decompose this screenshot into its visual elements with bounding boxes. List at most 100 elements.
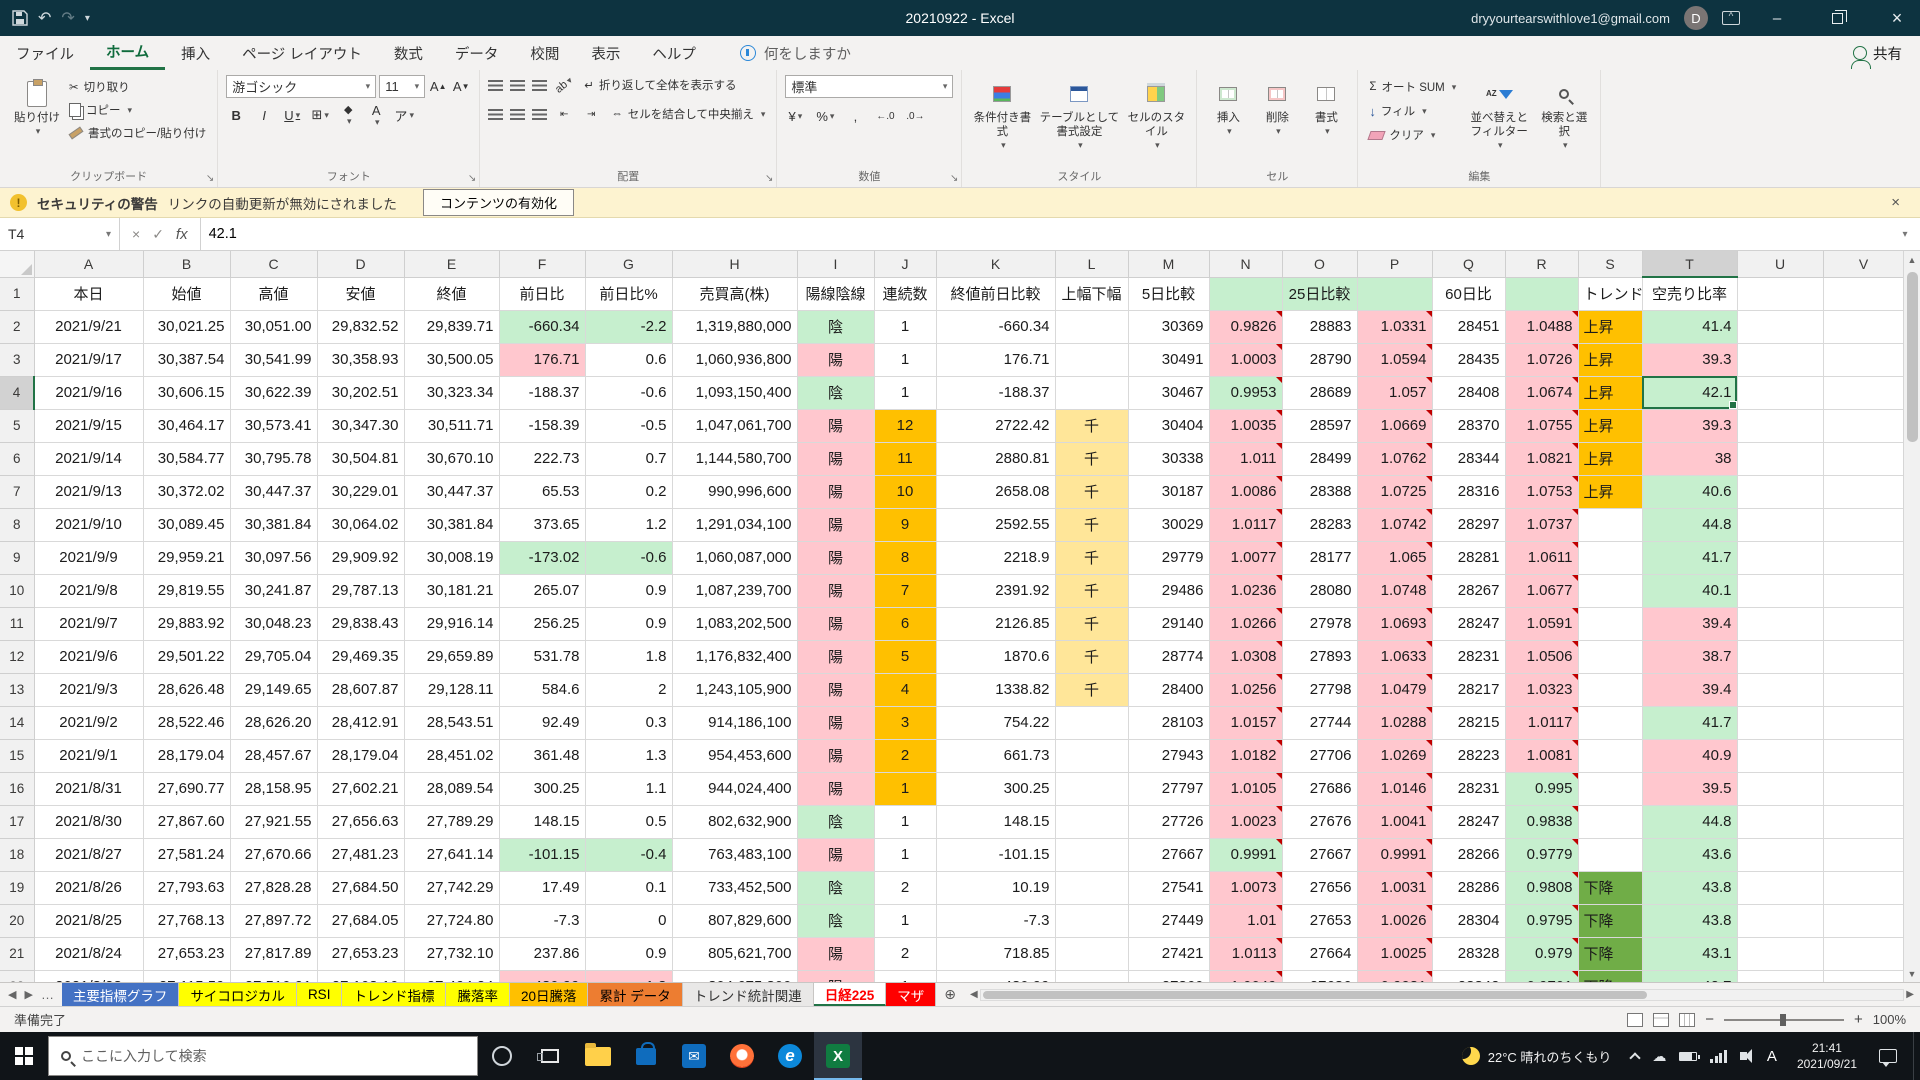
cell-P2[interactable]: 1.0331: [1357, 310, 1432, 343]
customize-qat-icon[interactable]: ▾: [85, 13, 90, 24]
cell-K10[interactable]: 2391.92: [936, 574, 1055, 607]
cell-A21[interactable]: 2021/8/24: [34, 937, 143, 970]
cell-N3[interactable]: 1.0003: [1209, 343, 1282, 376]
cell-I7[interactable]: 陽: [797, 475, 874, 508]
cell-N7[interactable]: 1.0086: [1209, 475, 1282, 508]
cell-M22[interactable]: 27360: [1128, 970, 1209, 982]
column-header-O[interactable]: O: [1282, 251, 1357, 277]
cell-N8[interactable]: 1.0117: [1209, 508, 1282, 541]
cell-U14[interactable]: [1737, 706, 1823, 739]
cell-H9[interactable]: 1,060,087,000: [672, 541, 797, 574]
cell-T7[interactable]: 40.6: [1642, 475, 1737, 508]
cell-U18[interactable]: [1737, 838, 1823, 871]
cell-F14[interactable]: 92.49: [499, 706, 585, 739]
cell-P16[interactable]: 1.0146: [1357, 772, 1432, 805]
cell-Q5[interactable]: 28370: [1432, 409, 1505, 442]
normal-view-icon[interactable]: [1627, 1013, 1643, 1027]
cell-J10[interactable]: 7: [874, 574, 936, 607]
vertical-scrollbar[interactable]: ▲ ▼: [1903, 251, 1920, 982]
cell-L17[interactable]: [1055, 805, 1128, 838]
cell-A2[interactable]: 2021/9/21: [34, 310, 143, 343]
cell-K15[interactable]: 661.73: [936, 739, 1055, 772]
edge-button[interactable]: e: [766, 1032, 814, 1080]
cell-M8[interactable]: 30029: [1128, 508, 1209, 541]
cell-R6[interactable]: 1.0821: [1505, 442, 1578, 475]
cell-C22[interactable]: 27,510.91: [230, 970, 317, 982]
cell-B7[interactable]: 30,372.02: [143, 475, 230, 508]
cell-N12[interactable]: 1.0308: [1209, 640, 1282, 673]
column-header-H[interactable]: H: [672, 251, 797, 277]
cell-D5[interactable]: 30,347.30: [317, 409, 404, 442]
format-as-table-button[interactable]: テーブルとして書式設定: [1037, 75, 1121, 153]
increase-decimal-button[interactable]: ←.0: [875, 106, 895, 126]
cell-F11[interactable]: 256.25: [499, 607, 585, 640]
cell-H11[interactable]: 1,083,202,500: [672, 607, 797, 640]
cell-M11[interactable]: 29140: [1128, 607, 1209, 640]
percent-format-button[interactable]: %: [815, 106, 835, 126]
row-header-11[interactable]: 11: [0, 607, 34, 640]
cell-C19[interactable]: 27,828.28: [230, 871, 317, 904]
sheet-tab-日経225[interactable]: 日経225: [814, 983, 887, 1006]
cell-K8[interactable]: 2592.55: [936, 508, 1055, 541]
cell-S1[interactable]: トレンド: [1578, 277, 1642, 310]
cell-I13[interactable]: 陽: [797, 673, 874, 706]
cell-Q2[interactable]: 28451: [1432, 310, 1505, 343]
increase-indent-icon[interactable]: ⇥: [581, 104, 601, 124]
cell-S2[interactable]: 上昇: [1578, 310, 1642, 343]
cell-V6[interactable]: [1823, 442, 1904, 475]
cell-V5[interactable]: [1823, 409, 1904, 442]
cell-O18[interactable]: 27667: [1282, 838, 1357, 871]
cell-Q16[interactable]: 28231: [1432, 772, 1505, 805]
ribbon-tab-ファイル[interactable]: ファイル: [0, 36, 90, 70]
cell-O1[interactable]: 25日比較: [1282, 277, 1357, 310]
cell-P7[interactable]: 1.0725: [1357, 475, 1432, 508]
cell-I14[interactable]: 陽: [797, 706, 874, 739]
cell-T5[interactable]: 39.3: [1642, 409, 1737, 442]
cell-D10[interactable]: 29,787.13: [317, 574, 404, 607]
cell-I18[interactable]: 陽: [797, 838, 874, 871]
scroll-right-icon[interactable]: ▶: [1906, 989, 1914, 1000]
cell-E6[interactable]: 30,670.10: [404, 442, 499, 475]
cell-G8[interactable]: 1.2: [585, 508, 672, 541]
cell-E4[interactable]: 30,323.34: [404, 376, 499, 409]
cell-G2[interactable]: -2.2: [585, 310, 672, 343]
cell-M14[interactable]: 28103: [1128, 706, 1209, 739]
cell-G13[interactable]: 2: [585, 673, 672, 706]
cell-C9[interactable]: 30,097.56: [230, 541, 317, 574]
excel-taskbar-button[interactable]: X: [814, 1032, 862, 1080]
cell-V4[interactable]: [1823, 376, 1904, 409]
cell-G17[interactable]: 0.5: [585, 805, 672, 838]
cell-I15[interactable]: 陽: [797, 739, 874, 772]
column-header-M[interactable]: M: [1128, 251, 1209, 277]
cell-L20[interactable]: [1055, 904, 1128, 937]
cell-N15[interactable]: 1.0182: [1209, 739, 1282, 772]
format-cells-button[interactable]: 書式: [1303, 75, 1349, 140]
cell-O13[interactable]: 27798: [1282, 673, 1357, 706]
cell-E9[interactable]: 30,008.19: [404, 541, 499, 574]
cell-C12[interactable]: 29,705.04: [230, 640, 317, 673]
cell-I22[interactable]: 陽: [797, 970, 874, 982]
cell-B11[interactable]: 29,883.92: [143, 607, 230, 640]
phonetic-button[interactable]: ア: [394, 105, 414, 125]
scroll-left-icon[interactable]: ◀: [970, 989, 978, 1000]
cell-C14[interactable]: 28,626.20: [230, 706, 317, 739]
cell-O17[interactable]: 27676: [1282, 805, 1357, 838]
action-center-icon[interactable]: [1879, 1049, 1897, 1063]
cell-E2[interactable]: 29,839.71: [404, 310, 499, 343]
cell-A1[interactable]: 本日: [34, 277, 143, 310]
onedrive-cloud-icon[interactable]: ☁: [1652, 1048, 1666, 1065]
cell-I10[interactable]: 陽: [797, 574, 874, 607]
cell-P10[interactable]: 1.0748: [1357, 574, 1432, 607]
cell-K21[interactable]: 718.85: [936, 937, 1055, 970]
cell-F15[interactable]: 361.48: [499, 739, 585, 772]
cell-G6[interactable]: 0.7: [585, 442, 672, 475]
row-header-18[interactable]: 18: [0, 838, 34, 871]
cell-G9[interactable]: -0.6: [585, 541, 672, 574]
cell-F21[interactable]: 237.86: [499, 937, 585, 970]
cell-O14[interactable]: 27744: [1282, 706, 1357, 739]
cell-S11[interactable]: [1578, 607, 1642, 640]
cell-R5[interactable]: 1.0755: [1505, 409, 1578, 442]
row-header-4[interactable]: 4: [0, 376, 34, 409]
cell-A19[interactable]: 2021/8/26: [34, 871, 143, 904]
vertical-scrollbar-thumb[interactable]: [1907, 272, 1918, 442]
